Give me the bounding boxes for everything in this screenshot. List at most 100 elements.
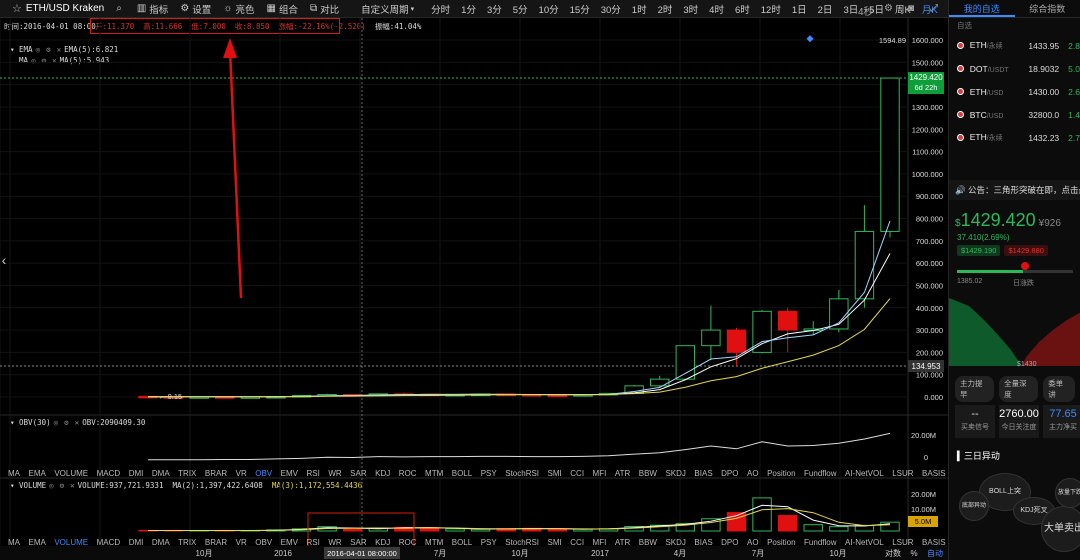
- indicator-tab[interactable]: BASIS: [922, 538, 946, 547]
- watchlist-item[interactable]: ETH/永续 1432.23 2.7: [949, 126, 1080, 149]
- stat-attention: 2760.00 今日关注度: [999, 405, 1039, 438]
- indicator-tab[interactable]: WR: [328, 469, 341, 478]
- candle: [701, 329, 721, 347]
- indicator-tab[interactable]: EMA: [29, 538, 46, 547]
- indicator-tab[interactable]: WR: [328, 538, 341, 547]
- indicator-tab[interactable]: SKDJ: [665, 469, 685, 478]
- indicator-tab[interactable]: EMV: [281, 469, 298, 478]
- indicator-tab[interactable]: SKDJ: [665, 538, 685, 547]
- volume-bar: [880, 521, 900, 532]
- volume-bar: [342, 528, 363, 532]
- indicator-tab[interactable]: SAR: [350, 538, 366, 547]
- indicator-tab[interactable]: SAR: [350, 469, 366, 478]
- last-price: $1429.420 ¥926: [955, 210, 1061, 230]
- depth-slider-knob: [1021, 262, 1029, 270]
- indicator-tab[interactable]: AI-NetVOL: [845, 538, 884, 547]
- bubble-bigsell[interactable]: 大单卖出: [1041, 506, 1080, 552]
- bubble-volume-drop[interactable]: 放量下跌: [1055, 478, 1080, 508]
- indicator-tab[interactable]: Fundflow: [804, 469, 836, 478]
- watchlist-item[interactable]: ETH/永续 1433.95 2.8: [949, 34, 1080, 57]
- indicator-tab[interactable]: AO: [747, 538, 759, 547]
- indicator-tab[interactable]: KDJ: [375, 538, 390, 547]
- indicator-tab[interactable]: Position: [767, 538, 795, 547]
- indicator-tab[interactable]: BRAR: [205, 469, 227, 478]
- watchlist-price: 18.9032: [1028, 63, 1060, 74]
- indicator-tab[interactable]: DMI: [129, 538, 144, 547]
- indicator-tab[interactable]: DPO: [721, 538, 738, 547]
- order-button[interactable]: 委单讲: [1043, 376, 1075, 402]
- indicator-tab[interactable]: DMI: [129, 469, 144, 478]
- bubble-bottom[interactable]: 底部异动: [959, 491, 989, 521]
- section-title: ▍三日异动: [957, 451, 1000, 461]
- coin-icon: [957, 88, 964, 95]
- indicator-tab[interactable]: ATR: [615, 538, 630, 547]
- indicator-tab[interactable]: ROC: [399, 469, 417, 478]
- indicator-tab[interactable]: BOLL: [452, 469, 472, 478]
- main-force-button[interactable]: 主力提早: [955, 376, 995, 402]
- indicator-tab[interactable]: BIAS: [694, 538, 712, 547]
- indicator-tab[interactable]: VOLUME: [54, 469, 88, 478]
- watchlist-header: 自选价格涨幅: [957, 21, 972, 30]
- indicator-tab[interactable]: BBW: [639, 538, 657, 547]
- watchlist-item[interactable]: DOT/USDT 18.9032 5.0: [949, 57, 1080, 80]
- indicator-tab[interactable]: SMI: [548, 469, 562, 478]
- indicator-tab[interactable]: AO: [747, 469, 759, 478]
- tab-watchlist[interactable]: 我的自选: [949, 0, 1015, 17]
- time-tick: 2016: [274, 549, 292, 558]
- indicator-tab[interactable]: MA: [8, 469, 20, 478]
- watchlist-item[interactable]: ETH/USD 1430.00 2.6: [949, 80, 1080, 103]
- indicator-tab[interactable]: OBV: [255, 469, 272, 478]
- indicator-tab[interactable]: OBV: [255, 538, 272, 547]
- indicator-tab[interactable]: DMA: [152, 469, 170, 478]
- indicator-tab[interactable]: StochRSI: [505, 538, 539, 547]
- indicator-tab[interactable]: LSUR: [892, 469, 913, 478]
- indicator-tab[interactable]: VR: [236, 538, 247, 547]
- indicator-tab[interactable]: AI-NetVOL: [845, 469, 884, 478]
- indicator-tab[interactable]: BOLL: [452, 538, 472, 547]
- indicator-tab[interactable]: KDJ: [375, 469, 390, 478]
- notice-bar[interactable]: 🔊 公告：三角形突破在即，点击最: [949, 180, 1080, 200]
- indicator-tab[interactable]: BBW: [639, 469, 657, 478]
- indicator-tab[interactable]: MTM: [425, 469, 443, 478]
- indicator-tab[interactable]: EMV: [281, 538, 298, 547]
- indicator-tab[interactable]: DMA: [152, 538, 170, 547]
- price-tick: 1100.000: [912, 148, 943, 157]
- indicator-tab[interactable]: BASIS: [922, 469, 946, 478]
- indicator-tab[interactable]: MA: [8, 538, 20, 547]
- marker-diamond: [806, 35, 814, 43]
- watchlist-change: 5.0: [1068, 63, 1080, 74]
- indicator-tab[interactable]: VOLUME: [54, 538, 88, 547]
- indicator-tab[interactable]: TRIX: [178, 469, 196, 478]
- indicator-tab[interactable]: ROC: [399, 538, 417, 547]
- obv-tick: 0: [924, 453, 928, 462]
- indicator-tab[interactable]: PSY: [481, 469, 497, 478]
- indicator-tab[interactable]: MACD: [97, 469, 121, 478]
- indicator-tab[interactable]: MACD: [97, 538, 121, 547]
- indicator-tab[interactable]: Fundflow: [804, 538, 836, 547]
- indicator-tab[interactable]: MTM: [425, 538, 443, 547]
- indicator-tab[interactable]: StochRSI: [505, 469, 539, 478]
- indicator-tab[interactable]: RSI: [307, 538, 320, 547]
- indicator-tab[interactable]: Position: [767, 469, 795, 478]
- full-depth-button[interactable]: 全量深度: [999, 376, 1039, 402]
- indicator-tab[interactable]: EMA: [29, 469, 46, 478]
- watchlist-item[interactable]: BTC/USD 32800.0 1.4: [949, 103, 1080, 126]
- indicator-tab[interactable]: VR: [236, 469, 247, 478]
- indicator-tab[interactable]: BRAR: [205, 538, 227, 547]
- indicator-tab[interactable]: CCI: [570, 538, 584, 547]
- indicator-tab[interactable]: ATR: [615, 469, 630, 478]
- candle: [880, 77, 900, 232]
- indicator-tab[interactable]: PSY: [481, 538, 497, 547]
- indicator-tab[interactable]: RSI: [307, 469, 320, 478]
- candle: [547, 394, 568, 398]
- auto-toggle: 自动: [927, 548, 943, 558]
- indicator-tab[interactable]: DPO: [721, 469, 738, 478]
- indicator-tab[interactable]: CCI: [570, 469, 584, 478]
- indicator-tab[interactable]: MFI: [593, 469, 607, 478]
- indicator-tab[interactable]: LSUR: [892, 538, 913, 547]
- indicator-tab[interactable]: BIAS: [694, 469, 712, 478]
- indicator-tab[interactable]: SMI: [548, 538, 562, 547]
- indicator-tab[interactable]: MFI: [593, 538, 607, 547]
- tab-index[interactable]: 综合指数: [1015, 0, 1080, 17]
- indicator-tab[interactable]: TRIX: [178, 538, 196, 547]
